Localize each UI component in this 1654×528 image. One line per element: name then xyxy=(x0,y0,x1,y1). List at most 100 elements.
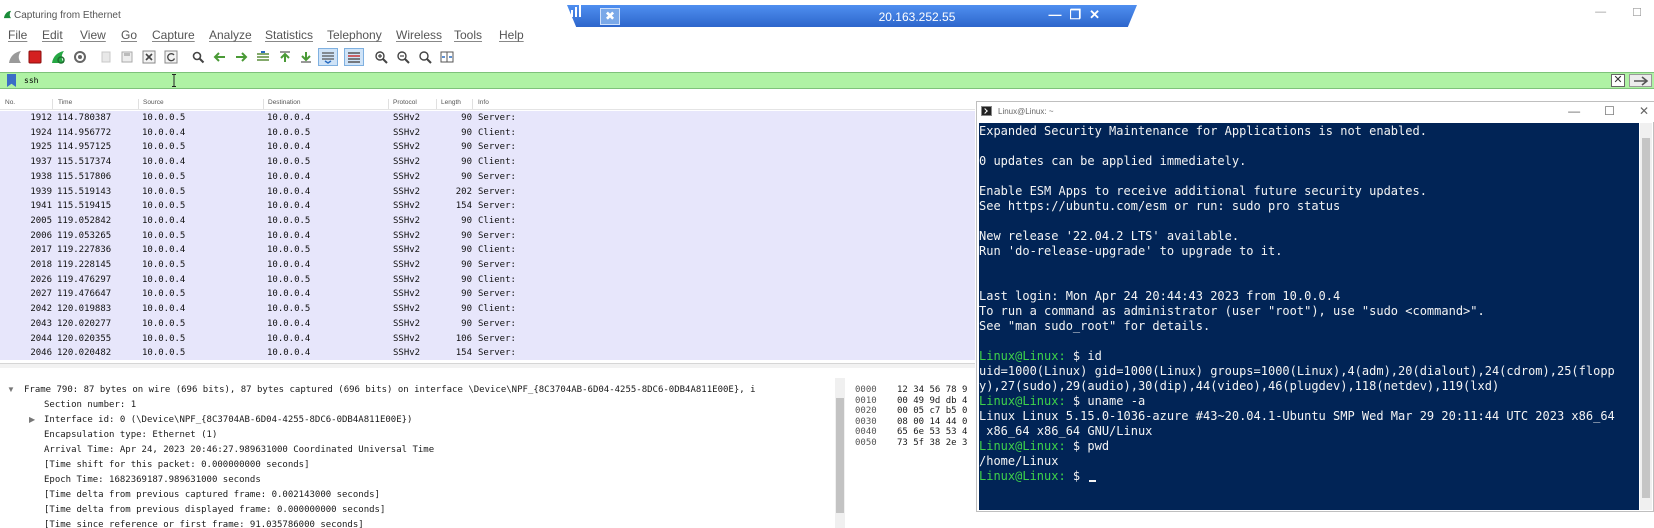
terminal-close-icon[interactable]: ✕ xyxy=(1639,104,1649,118)
save-file-icon[interactable] xyxy=(119,49,135,65)
packet-row[interactable]: 2006 119.053265 10.0.0.5 10.0.0.4 SSHv2 90 Ser… xyxy=(0,229,975,244)
menu-view[interactable]: View xyxy=(80,28,106,42)
resize-columns-icon[interactable] xyxy=(439,49,455,65)
column-header-protocol[interactable]: Protocol xyxy=(393,99,417,106)
rdp-close-icon[interactable]: ✕ xyxy=(1089,7,1100,23)
menu-file[interactable]: File xyxy=(8,28,27,42)
auto-scroll-icon[interactable] xyxy=(318,48,338,66)
menu-capture[interactable]: Capture xyxy=(152,28,195,42)
packet-row[interactable]: 2005 119.052842 10.0.0.4 10.0.0.5 SSHv2 90 Cli… xyxy=(0,214,975,229)
collapse-arrow-icon[interactable]: ▼ xyxy=(7,385,15,394)
open-file-icon[interactable] xyxy=(98,49,114,65)
packet-row[interactable]: 2018 119.228145 10.0.0.5 10.0.0.4 SSHv2 90 Ser… xyxy=(0,258,975,273)
cell-time: 119.052842 xyxy=(57,215,112,226)
packet-row[interactable]: 1912 114.780387 10.0.0.5 10.0.0.4 SSHv2 90 Ser… xyxy=(0,111,975,126)
detail-interface-id[interactable]: Interface id: 0 (\Device\NPF_{8C3704AB-6… xyxy=(44,415,412,425)
details-scrollbar-thumb[interactable] xyxy=(836,398,844,513)
cell-protocol: SSHv2 xyxy=(393,157,421,168)
pin-icon[interactable]: ✖ xyxy=(600,8,620,25)
go-back-icon[interactable] xyxy=(212,49,228,65)
packet-row[interactable]: 1924 114.956772 10.0.0.4 10.0.0.5 SSHv2 90 Cli… xyxy=(0,126,975,141)
column-header-no[interactable]: No. xyxy=(5,99,15,106)
packet-row[interactable]: 2042 120.019883 10.0.0.4 10.0.0.5 SSHv2 90 Cli… xyxy=(0,302,975,317)
packet-row[interactable]: 2027 119.476647 10.0.0.5 10.0.0.4 SSHv2 90 Ser… xyxy=(0,287,975,302)
column-header-time[interactable]: Time xyxy=(58,99,72,106)
terminal-output-line: Linux Linux 5.15.0-1036-azure #43~20.04.… xyxy=(979,409,1615,423)
frame-summary-line[interactable]: Frame 790: 87 bytes on wire (696 bits), … xyxy=(24,385,756,395)
output-text: uid=1000(Linux) gid=1000(Linux) groups=1… xyxy=(979,364,1615,378)
detail-time-since-first[interactable]: [Time since reference or first frame: 91… xyxy=(44,520,364,528)
packet-row[interactable]: 2017 119.227836 10.0.0.4 10.0.0.5 SSHv2 90 Cli… xyxy=(0,243,975,258)
go-forward-icon[interactable] xyxy=(233,49,249,65)
menu-help[interactable]: Help xyxy=(499,28,524,42)
menu-telephony[interactable]: Telephony xyxy=(327,28,382,42)
close-file-icon[interactable] xyxy=(141,49,157,65)
detail-delta-displayed[interactable]: [Time delta from previous displayed fram… xyxy=(44,505,385,515)
go-to-last-packet-icon[interactable] xyxy=(298,49,314,65)
rdp-restore-icon[interactable]: ❐ xyxy=(1069,7,1081,23)
terminal-scrollbar-thumb[interactable] xyxy=(1642,138,1650,498)
packet-row[interactable]: 1937 115.517374 10.0.0.4 10.0.0.5 SSHv2 90 Cli… xyxy=(0,155,975,170)
terminal-maximize-icon[interactable]: ☐ xyxy=(1604,104,1615,118)
stop-capture-icon[interactable] xyxy=(27,49,43,65)
cell-no: 2046 xyxy=(30,348,52,359)
capture-options-gear-icon[interactable] xyxy=(72,49,88,65)
apply-filter-arrow-icon[interactable] xyxy=(1629,74,1652,87)
maximize-icon[interactable]: ☐ xyxy=(1632,6,1642,19)
clear-filter-icon[interactable]: ✕ xyxy=(1611,74,1625,87)
detail-encapsulation[interactable]: Encapsulation type: Ethernet (1) xyxy=(44,430,217,440)
hex-bytes[interactable]: 08 00 14 44 0 xyxy=(897,417,967,427)
minimize-icon[interactable]: — xyxy=(1595,6,1606,19)
menu-go[interactable]: Go xyxy=(121,28,137,42)
detail-delta-captured[interactable]: [Time delta from previous captured frame… xyxy=(44,490,380,500)
terminal-command-line: Linux@Linux: $ id xyxy=(979,349,1102,363)
packet-row[interactable]: 2026 119.476297 10.0.0.4 10.0.0.5 SSHv2 90 Cli… xyxy=(0,273,975,288)
column-header-length[interactable]: Length xyxy=(441,99,461,106)
go-to-packet-icon[interactable] xyxy=(255,49,271,65)
zoom-out-icon[interactable] xyxy=(395,49,411,65)
packet-row[interactable]: 1938 115.517806 10.0.0.5 10.0.0.4 SSHv2 90 Ser… xyxy=(0,170,975,185)
find-packet-icon[interactable] xyxy=(190,49,206,65)
packet-row[interactable]: 1925 114.957125 10.0.0.5 10.0.0.4 SSHv2 90 Ser… xyxy=(0,140,975,155)
filter-bookmark-icon[interactable] xyxy=(7,74,16,87)
menu-edit[interactable]: Edit xyxy=(42,28,63,42)
hex-bytes[interactable]: 12 34 56 78 9 xyxy=(897,385,967,395)
start-capture-fin-icon[interactable] xyxy=(7,49,23,65)
connection-signal-icon[interactable] xyxy=(567,5,581,17)
column-header-destination[interactable]: Destination xyxy=(268,99,301,106)
column-header-source[interactable]: Source xyxy=(143,99,164,106)
menu-tools[interactable]: Tools xyxy=(454,28,482,42)
menu-statistics[interactable]: Statistics xyxy=(265,28,313,42)
terminal-output[interactable]: Expanded Security Maintenance for Applic… xyxy=(979,123,1639,510)
detail-epoch-time[interactable]: Epoch Time: 1682369187.989631000 seconds xyxy=(44,475,261,485)
hex-bytes[interactable]: 65 6e 53 53 4 xyxy=(897,427,967,437)
hex-bytes[interactable]: 00 05 c7 b5 0 xyxy=(897,406,967,416)
expand-arrow-icon[interactable]: ▶ xyxy=(29,415,35,424)
column-header-info[interactable]: Info xyxy=(478,99,489,106)
hex-bytes[interactable]: 00 49 9d db 4 xyxy=(897,396,967,406)
menu-analyze[interactable]: Analyze xyxy=(209,28,252,42)
detail-section-number[interactable]: Section number: 1 xyxy=(44,400,136,410)
reload-icon[interactable] xyxy=(163,49,179,65)
packet-row[interactable]: 2046 120.020482 10.0.0.5 10.0.0.4 SSHv2 154 Se… xyxy=(0,346,975,361)
normal-size-icon[interactable] xyxy=(417,49,433,65)
menu-wireless[interactable]: Wireless xyxy=(396,28,442,42)
packet-row[interactable]: 2043 120.020277 10.0.0.5 10.0.0.4 SSHv2 90 Ser… xyxy=(0,317,975,332)
terminal-minimize-icon[interactable]: — xyxy=(1568,104,1580,118)
detail-time-shift[interactable]: [Time shift for this packet: 0.000000000… xyxy=(44,460,310,470)
cell-time: 114.956772 xyxy=(57,127,112,138)
packet-row[interactable]: 1941 115.519415 10.0.0.5 10.0.0.4 SSHv2 154 Se… xyxy=(0,199,975,214)
zoom-in-icon[interactable] xyxy=(373,49,389,65)
restart-capture-icon[interactable] xyxy=(50,49,66,65)
cell-no: 2018 xyxy=(30,260,52,270)
hex-bytes[interactable]: 73 5f 38 2e 3 xyxy=(897,438,967,448)
cell-info: Server: xyxy=(478,113,516,123)
detail-arrival-time[interactable]: Arrival Time: Apr 24, 2023 20:46:27.9896… xyxy=(44,445,434,455)
pane-splitter[interactable] xyxy=(0,363,975,368)
go-to-first-packet-icon[interactable] xyxy=(277,49,293,65)
rdp-minimize-icon[interactable]: — xyxy=(1048,7,1061,23)
colorize-packet-list-icon[interactable] xyxy=(344,48,364,66)
packet-row[interactable]: 1939 115.519143 10.0.0.5 10.0.0.4 SSHv2 202 Se… xyxy=(0,185,975,200)
display-filter-input[interactable] xyxy=(24,73,1614,88)
packet-row[interactable]: 2044 120.020355 10.0.0.5 10.0.0.4 SSHv2 106 Se… xyxy=(0,332,975,347)
